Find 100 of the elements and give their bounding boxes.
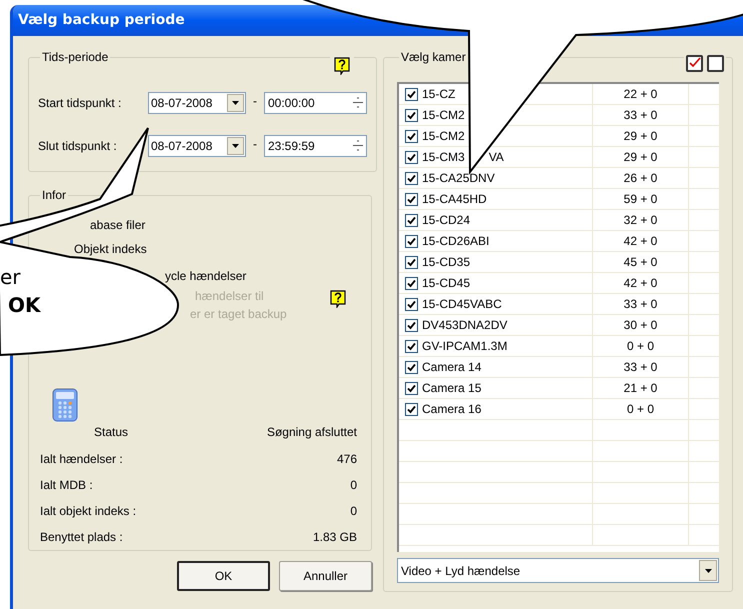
separator-dash: -	[252, 136, 258, 153]
stat-value: 476	[336, 451, 357, 467]
help-icon[interactable]	[334, 57, 350, 75]
event-count: 42 + 0	[624, 233, 658, 250]
event-count: 29 + 0	[624, 149, 658, 166]
status-label: Status	[94, 424, 128, 441]
camera-checkbox[interactable]	[405, 340, 418, 352]
option-label: hændelser til	[195, 288, 264, 305]
stat-label: Ialt MDB :	[40, 477, 93, 493]
dropdown-button[interactable]	[227, 94, 244, 112]
check-icon	[407, 90, 416, 98]
event-type-dropdown[interactable]: Video + Lyd hændelse	[397, 558, 719, 583]
stat-value: 0	[350, 503, 357, 519]
event-count: 0 + 0	[626, 338, 654, 355]
camera-checkbox[interactable]	[405, 130, 418, 142]
camera-checkbox[interactable]	[405, 382, 418, 394]
check-icon	[407, 278, 416, 288]
camera-name: 15-CD24	[422, 212, 470, 229]
date-picker[interactable]: 08-07-2008	[148, 92, 246, 114]
camera-name: 15-CA25DNV	[422, 170, 495, 187]
stat-label: Benyttet plads :	[40, 529, 123, 545]
check-icon	[407, 174, 416, 182]
caret-icon	[232, 101, 239, 105]
date-picker[interactable]: 08-07-2008	[148, 135, 246, 157]
field-label: Slut tidspunkt :	[38, 138, 118, 155]
camera-name: GV-IPCAM1.3M	[422, 338, 508, 355]
camera-checkbox[interactable]	[405, 298, 418, 310]
event-count: 0 + 0	[626, 401, 654, 418]
camera-name: 15-CA45HD	[422, 191, 487, 208]
callout-text: OK	[7, 292, 40, 319]
camera-name: Camera 16	[422, 401, 482, 418]
check-icon	[407, 404, 416, 414]
camera-checkbox[interactable]	[405, 360, 418, 374]
check-icon	[407, 320, 416, 330]
event-count: 32 + 0	[624, 212, 658, 229]
dropdown-button[interactable]	[227, 137, 244, 155]
check-icon	[407, 362, 416, 372]
camera-name: Camera 15	[422, 380, 482, 397]
event-count: 45 + 0	[624, 254, 658, 271]
check-icon	[407, 342, 416, 350]
caret-icon	[232, 144, 239, 148]
camera-checkbox[interactable]	[405, 214, 418, 226]
camera-checkbox[interactable]	[405, 150, 418, 164]
dialog-button[interactable]: Annuller	[279, 561, 372, 591]
option-label: er er taget backup	[190, 306, 287, 323]
camera-checkbox[interactable]	[405, 108, 418, 122]
help-icon[interactable]	[330, 290, 346, 308]
group-title: Vælg kamer	[400, 49, 467, 66]
check-icon	[407, 152, 416, 162]
check-icon	[407, 384, 416, 392]
separator-dash: -	[252, 93, 258, 110]
camera-name: 15-CM2	[422, 107, 465, 124]
event-count: 22 + 0	[624, 86, 658, 103]
event-count: 33 + 0	[624, 359, 658, 376]
camera-name: 15-CM2	[422, 128, 465, 145]
camera-checkbox[interactable]	[405, 256, 418, 268]
check-icon	[689, 57, 701, 68]
camera-checkbox[interactable]	[405, 234, 418, 248]
camera-checkbox[interactable]	[405, 318, 418, 332]
calculator-icon	[52, 388, 78, 422]
field-label: Start tidspunkt :	[38, 95, 122, 112]
event-count: 42 + 0	[624, 275, 658, 292]
check-icon	[407, 216, 416, 224]
event-count: 29 + 0	[624, 128, 658, 145]
camera-checkbox[interactable]	[405, 192, 418, 206]
group-title: Tids-periode	[41, 49, 110, 66]
check-icon	[407, 258, 416, 266]
status-value: Søgning afsluttet	[266, 424, 357, 441]
window-title: Vælg backup periode	[18, 11, 185, 30]
camera-checkbox[interactable]	[405, 88, 418, 100]
camera-name: 15-CD45	[422, 275, 470, 292]
event-count: 33 + 0	[624, 107, 658, 124]
time-field[interactable]: 23:59:59	[264, 135, 367, 157]
option-label: Objekt indeks	[74, 241, 147, 258]
option-label: abase filer	[90, 217, 146, 234]
camera-checkbox[interactable]	[405, 172, 418, 184]
camera-name: 15-CD45VABC	[422, 296, 502, 313]
group-title: Infor	[41, 187, 68, 204]
camera-name: Camera 14	[422, 359, 482, 376]
dropdown-button[interactable]	[699, 560, 717, 581]
dialog-button[interactable]: OK	[177, 561, 270, 591]
event-count: 33 + 0	[624, 296, 658, 313]
select-all-button[interactable]	[686, 55, 703, 72]
select-none-button[interactable]	[707, 55, 724, 72]
check-icon	[407, 132, 416, 140]
check-icon	[407, 300, 416, 308]
stat-label: Ialt hændelser :	[40, 451, 123, 467]
caret-icon	[704, 568, 712, 572]
camera-checkbox[interactable]	[405, 276, 418, 290]
option-label: ycle hændelser	[165, 268, 246, 285]
stat-value: 1.83 GB	[312, 529, 357, 545]
camera-checkbox[interactable]	[405, 402, 418, 416]
event-count: 26 + 0	[624, 170, 658, 187]
event-count: 30 + 0	[624, 317, 658, 334]
check-icon	[407, 236, 416, 246]
camera-name: 15-CM3	[422, 149, 465, 166]
camera-name: 15-CD26ABI	[422, 233, 490, 250]
camera-name: 15-CZ	[422, 86, 456, 103]
time-field[interactable]: 00:00:00	[264, 92, 367, 114]
stat-value: 0	[350, 477, 357, 493]
